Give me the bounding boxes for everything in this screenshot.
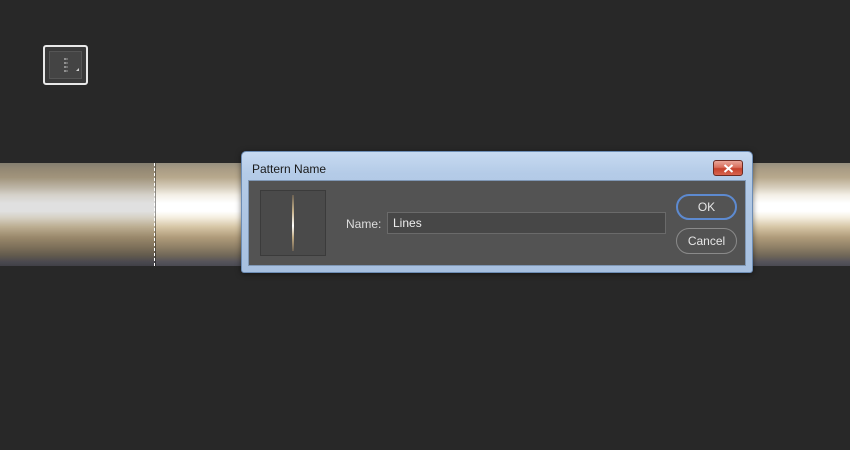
pattern-name-dialog: Pattern Name Name: OK Cancel bbox=[241, 151, 753, 273]
dialog-title-bar[interactable]: Pattern Name bbox=[242, 152, 752, 180]
ok-button[interactable]: OK bbox=[676, 194, 737, 220]
close-button[interactable] bbox=[713, 160, 743, 176]
metallic-bar-shaded-segment bbox=[0, 163, 155, 266]
pattern-swatch-button[interactable] bbox=[43, 45, 88, 85]
pattern-preview bbox=[260, 190, 326, 256]
pattern-name-input[interactable] bbox=[387, 212, 666, 234]
name-label: Name: bbox=[346, 217, 382, 231]
cancel-button[interactable]: Cancel bbox=[676, 228, 737, 254]
pattern-preview-line bbox=[292, 195, 294, 251]
dialog-body: Name: OK Cancel bbox=[248, 180, 746, 266]
selection-marquee-edge bbox=[154, 163, 155, 266]
pattern-swatch-icon bbox=[64, 58, 79, 73]
dialog-title: Pattern Name bbox=[252, 162, 327, 176]
close-icon bbox=[723, 164, 734, 173]
